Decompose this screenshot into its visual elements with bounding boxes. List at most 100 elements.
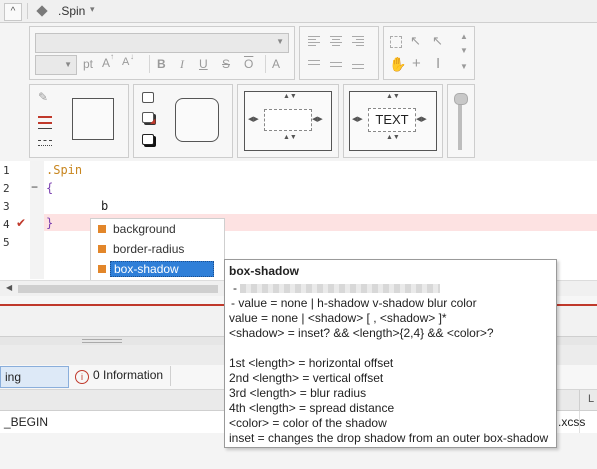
autocomplete-item[interactable]: background xyxy=(91,220,224,239)
overline-button[interactable]: O xyxy=(244,57,253,71)
padding-left-arrows-icon[interactable]: ◀▶ xyxy=(352,115,363,123)
bold-button[interactable]: B xyxy=(157,57,166,71)
radius-preview[interactable] xyxy=(175,98,219,142)
tooltip-line: inset = changes the drop shadow from an … xyxy=(229,431,549,445)
scroll-left-icon[interactable]: ◀ xyxy=(6,283,12,292)
divider xyxy=(149,55,150,73)
pencil-icon[interactable]: ✎ xyxy=(38,90,48,104)
tab-dropdown-caret-icon[interactable]: ▾ xyxy=(90,4,95,15)
info-icon: i xyxy=(75,370,89,384)
fold-margin xyxy=(30,161,44,279)
border-style-icon[interactable] xyxy=(38,140,52,142)
border-width-icon[interactable] xyxy=(38,128,52,129)
italic-button[interactable]: I xyxy=(180,57,184,72)
tooltip-line: value = none | <shadow> [ , <shadow> ]* xyxy=(229,311,447,325)
column-header-tail[interactable]: L xyxy=(588,393,594,405)
autocomplete-list[interactable]: background border-radius box-shadow xyxy=(90,218,225,282)
border-style-dotted-icon xyxy=(38,145,52,147)
document-tab-title[interactable]: .Spin xyxy=(58,4,85,18)
alignment-group xyxy=(299,26,379,80)
border-color-icon[interactable] xyxy=(38,116,52,118)
autocomplete-item[interactable]: border-radius xyxy=(91,240,224,259)
pointer-cursor-icon[interactable]: ↖ xyxy=(410,33,421,49)
tooltip-line: - value = none | h-shadow v-shadow blur … xyxy=(231,296,477,310)
splitter-grip-icon xyxy=(82,339,122,343)
border-preview[interactable] xyxy=(72,98,114,140)
crosshair-cursor-icon[interactable]: + xyxy=(412,55,421,72)
align-center-icon[interactable] xyxy=(330,36,342,46)
grow-arrow-icon: ↑ xyxy=(110,52,114,61)
opacity-slider-thumb[interactable] xyxy=(454,93,468,105)
selection-icon[interactable] xyxy=(390,36,402,48)
table-cell-description: _BEGIN xyxy=(4,415,49,429)
margin-inner-box xyxy=(264,109,312,131)
valign-top-icon[interactable] xyxy=(308,60,320,65)
underline-button[interactable]: U xyxy=(199,57,208,71)
opacity-slider-track[interactable] xyxy=(458,100,462,150)
table-cell-file: .xcss xyxy=(558,415,586,429)
padding-text-preview: TEXT xyxy=(368,108,416,132)
scroll-up-icon[interactable]: ▲ xyxy=(460,32,468,41)
align-right-icon[interactable] xyxy=(352,36,364,46)
align-left-icon[interactable] xyxy=(308,36,320,46)
font-family-combo[interactable]: ▼ xyxy=(35,33,289,53)
column-divider xyxy=(579,411,580,433)
collapse-ribbon-button[interactable]: ^ xyxy=(4,3,22,21)
shadow-none-icon[interactable] xyxy=(142,92,154,103)
tab-separator xyxy=(27,3,28,19)
shadow-color-icon: ◢ xyxy=(150,118,156,125)
shrink-font-button[interactable]: A xyxy=(122,56,129,68)
line-number: 1 xyxy=(3,164,10,177)
fold-toggle-icon[interactable]: − xyxy=(31,180,38,194)
information-filter-button[interactable]: i 0 Information xyxy=(75,368,163,384)
warnings-filter-button[interactable]: ing xyxy=(0,366,69,388)
property-icon xyxy=(98,265,106,273)
error-check-icon[interactable]: ✔ xyxy=(16,216,26,230)
tooltip-line: 3rd <length> = blur radius xyxy=(229,386,367,400)
valign-middle-icon[interactable] xyxy=(330,62,342,67)
text-cursor-icon[interactable]: I xyxy=(436,55,440,72)
padding-bottom-arrows-icon[interactable]: ▲▼ xyxy=(386,134,400,141)
font-size-combo[interactable]: ▼ xyxy=(35,55,77,75)
autocomplete-item-selected[interactable]: box-shadow xyxy=(91,260,224,279)
divider xyxy=(170,366,171,386)
code-line-close-brace: } xyxy=(46,216,54,230)
scrollbar-thumb[interactable] xyxy=(18,285,218,293)
margin-right-arrows-icon[interactable]: ◀▶ xyxy=(312,115,323,123)
information-filter-label: 0 Information xyxy=(93,368,164,382)
line-number: 3 xyxy=(3,200,10,213)
shrink-arrow-icon: ↓ xyxy=(130,52,134,61)
tooltip-line: 1st <length> = horizontal offset xyxy=(229,356,394,370)
line-number: 2 xyxy=(3,182,10,195)
property-info-tooltip: box-shadow - - value = none | h-shadow v… xyxy=(224,259,557,448)
tooltip-line: <color> = color of the shadow xyxy=(229,416,387,430)
hand-cursor-icon[interactable]: ✋ xyxy=(389,56,406,73)
strikethrough-button[interactable]: S xyxy=(222,57,230,71)
border-color-bar xyxy=(38,122,52,124)
scroll-down-icon[interactable]: ▼ xyxy=(460,46,468,55)
divider xyxy=(265,55,266,73)
help-cursor-icon[interactable]: ↖ xyxy=(432,33,443,49)
tooltip-line: - xyxy=(233,281,441,295)
line-number: 5 xyxy=(3,236,10,249)
grow-font-button[interactable]: A xyxy=(102,56,110,70)
code-line-typed: b xyxy=(101,199,109,213)
margin-top-arrows-icon[interactable]: ▲▼ xyxy=(283,93,297,100)
chevron-down-icon[interactable]: ▼ xyxy=(64,60,72,69)
tooltip-title: box-shadow xyxy=(229,264,300,278)
margin-left-arrows-icon[interactable]: ◀▶ xyxy=(248,115,259,123)
shadow-dark-icon[interactable] xyxy=(142,134,154,145)
property-icon xyxy=(98,225,106,233)
line-number: 4 xyxy=(3,218,10,231)
column-divider xyxy=(579,390,580,410)
padding-right-arrows-icon[interactable]: ◀▶ xyxy=(416,115,427,123)
text-color-button[interactable]: A xyxy=(272,57,280,71)
unit-label: pt xyxy=(83,57,94,71)
tooltip-line: 4th <length> = spread distance xyxy=(229,401,395,415)
more-icon[interactable]: ▼ xyxy=(460,62,468,71)
margin-bottom-arrows-icon[interactable]: ▲▼ xyxy=(283,134,297,141)
property-icon xyxy=(98,245,106,253)
valign-bottom-icon[interactable] xyxy=(352,64,364,69)
chevron-down-icon[interactable]: ▼ xyxy=(276,37,284,46)
padding-top-arrows-icon[interactable]: ▲▼ xyxy=(386,93,400,100)
